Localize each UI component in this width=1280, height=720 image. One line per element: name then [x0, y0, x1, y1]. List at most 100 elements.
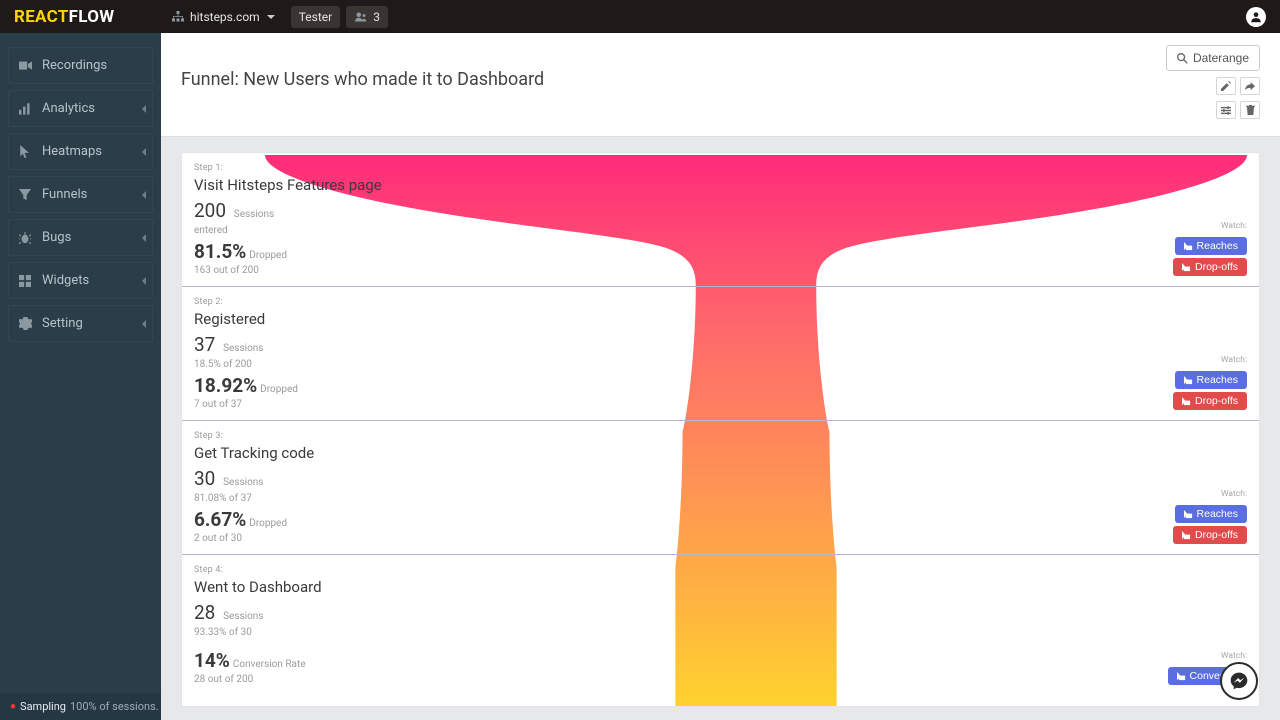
step-sub: entered — [194, 225, 1247, 236]
step-name: Get Tracking code — [194, 444, 1247, 462]
users-icon — [354, 10, 368, 24]
topbar-right — [1246, 7, 1280, 27]
site-selector[interactable]: hitsteps.com — [161, 0, 285, 33]
video-icon — [18, 59, 32, 73]
step-count-value: 28 — [194, 601, 215, 624]
dropoffs-button[interactable]: Drop-offs — [1173, 258, 1247, 276]
nav-label: Heatmaps — [42, 144, 102, 159]
step-count: 200 Sessions — [194, 199, 1247, 222]
sitemap-icon — [171, 10, 185, 24]
step-count-value: 30 — [194, 467, 215, 490]
daterange-button[interactable]: Daterange — [1166, 45, 1260, 71]
nav-recordings[interactable]: Recordings — [8, 47, 153, 84]
metric-label: Conversion Rate — [233, 659, 306, 670]
users-count-chip[interactable]: 3 — [346, 6, 388, 28]
funnel-step-2: Step 2: Registered 37 Sessions 18.5% of … — [182, 287, 1259, 421]
nav-setting[interactable]: Setting — [8, 305, 153, 342]
topbar: REACTFLOW hitsteps.com Tester 3 — [0, 0, 1280, 33]
page-title: Funnel: New Users who made it to Dashboa… — [181, 45, 544, 90]
step-metric: 14%Conversion Rate 28 out of 200 — [194, 649, 306, 685]
metric-pct: 6.67% — [194, 508, 246, 531]
nav-label: Funnels — [42, 187, 87, 202]
reaches-button[interactable]: Reaches — [1175, 505, 1247, 523]
settings-button[interactable] — [1216, 101, 1236, 119]
edit-button[interactable] — [1216, 77, 1236, 95]
nav-label: Bugs — [42, 230, 71, 245]
grid-icon — [18, 274, 32, 288]
nav-label: Recordings — [42, 58, 107, 73]
chevron-left-icon — [142, 234, 146, 242]
step-count-suffix: Sessions — [223, 343, 263, 354]
reaches-button[interactable]: Reaches — [1175, 371, 1247, 389]
nav-label: Setting — [42, 316, 83, 331]
watch-block: Watch: Reaches Drop-offs — [1173, 489, 1247, 544]
header-tools: Daterange — [1166, 45, 1260, 119]
header-icon-row-1 — [1216, 77, 1260, 95]
watch-block: Watch: Reaches Drop-offs — [1173, 355, 1247, 410]
step-metric: 18.92%Dropped 7 out of 37 — [194, 374, 298, 410]
step-name: Visit Hitsteps Features page — [194, 176, 1247, 194]
metric-sub: 163 out of 200 — [194, 265, 287, 276]
nav-label: Analytics — [42, 101, 95, 116]
metric-sub: 2 out of 30 — [194, 533, 287, 544]
brand-part2: FLOW — [69, 7, 115, 27]
nav-widgets[interactable]: Widgets — [8, 262, 153, 299]
sampling-value: 100% of sessions. — [70, 700, 159, 713]
funnel-card: Step 1: Visit Hitsteps Features page 200… — [181, 152, 1260, 707]
funnel-step-1: Step 1: Visit Hitsteps Features page 200… — [182, 153, 1259, 287]
metric-label: Dropped — [249, 518, 287, 529]
delete-button[interactable] — [1240, 101, 1260, 119]
sampling-label: Sampling — [20, 700, 66, 713]
step-sub: 81.08% of 37 — [194, 493, 1247, 504]
messenger-button[interactable] — [1220, 662, 1258, 700]
tester-chip[interactable]: Tester — [291, 6, 341, 28]
cursor-icon — [18, 145, 32, 159]
step-label: Step 4: — [194, 565, 1247, 575]
nav-bugs[interactable]: Bugs — [8, 219, 153, 256]
search-icon — [1177, 53, 1188, 64]
watch-label: Watch: — [1168, 651, 1247, 661]
step-count-suffix: Sessions — [223, 611, 263, 622]
dropoffs-button[interactable]: Drop-offs — [1173, 392, 1247, 410]
step-label: Step 1: — [194, 163, 1247, 173]
metric-pct: 18.92% — [194, 374, 257, 397]
step-name: Registered — [194, 310, 1247, 328]
site-name: hitsteps.com — [190, 10, 260, 24]
step-count-value: 37 — [194, 333, 215, 356]
nav-analytics[interactable]: Analytics — [8, 90, 153, 127]
main-content: Funnel: New Users who made it to Dashboa… — [161, 33, 1280, 720]
sidebar-footer: ● Sampling 100% of sessions. — [0, 693, 161, 720]
brand-part1: REACT — [14, 7, 69, 27]
funnel-icon — [18, 188, 32, 202]
step-sub: 93.33% of 30 — [194, 627, 1247, 638]
step-label: Step 2: — [194, 297, 1247, 307]
account-avatar[interactable] — [1246, 7, 1266, 27]
watch-label: Watch: — [1173, 221, 1247, 231]
step-count: 28 Sessions — [194, 601, 1247, 624]
watch-block: Watch: Reaches Drop-offs — [1173, 221, 1247, 276]
nav-heatmaps[interactable]: Heatmaps — [8, 133, 153, 170]
watch-label: Watch: — [1173, 489, 1247, 499]
dropoffs-button[interactable]: Drop-offs — [1173, 526, 1247, 544]
metric-pct: 14% — [194, 649, 230, 672]
step-count-suffix: Sessions — [223, 477, 263, 488]
funnel-step-3: Step 3: Get Tracking code 30 Sessions 81… — [182, 421, 1259, 555]
chevron-left-icon — [142, 191, 146, 199]
nav-list: Recordings Analytics Heatmaps Funnels Bu… — [0, 33, 161, 342]
tester-label: Tester — [299, 10, 333, 24]
users-count: 3 — [373, 10, 380, 24]
metric-sub: 7 out of 37 — [194, 399, 298, 410]
share-button[interactable] — [1240, 77, 1260, 95]
chevron-left-icon — [142, 320, 146, 328]
metric-sub: 28 out of 200 — [194, 674, 306, 685]
sidebar: Recordings Analytics Heatmaps Funnels Bu… — [0, 33, 161, 720]
step-count-value: 200 — [194, 199, 226, 222]
chevron-left-icon — [142, 277, 146, 285]
bug-icon — [18, 231, 32, 245]
caret-down-icon — [267, 15, 275, 19]
step-name: Went to Dashboard — [194, 578, 1247, 596]
metric-pct: 81.5% — [194, 240, 246, 263]
brand-logo[interactable]: REACTFLOW — [0, 0, 161, 33]
reaches-button[interactable]: Reaches — [1175, 237, 1247, 255]
nav-funnels[interactable]: Funnels — [8, 176, 153, 213]
